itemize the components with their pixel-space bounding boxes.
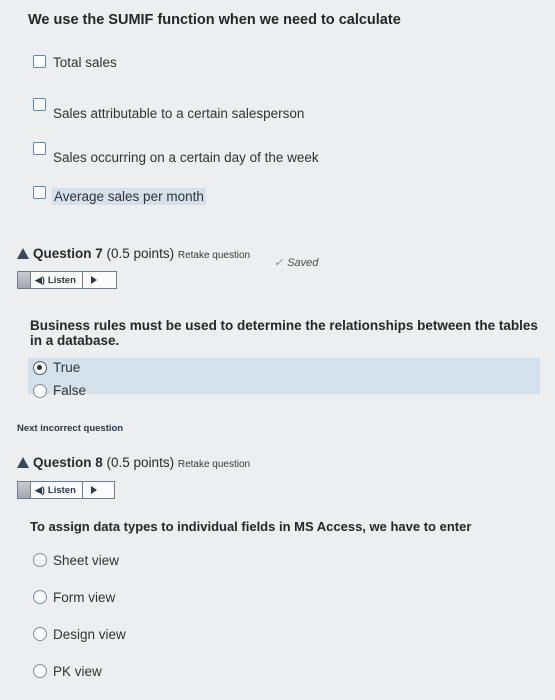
play-icon[interactable] [90, 486, 97, 494]
question-8-text: To assign data types to individual field… [30, 519, 472, 534]
saved-indicator: ✓ Saved [274, 256, 318, 269]
radio-form-view[interactable] [33, 590, 47, 604]
checkbox-option-average-per-month[interactable] [33, 186, 46, 199]
radio-true[interactable] [33, 361, 47, 375]
option-label-day-of-week: Sales occurring on a certain day of the … [53, 150, 319, 165]
speaker-icon: ◀) [35, 274, 45, 285]
speaker-icon: ◀) [35, 484, 45, 495]
question-8-points: (0.5 points) [106, 455, 175, 470]
radio-design-view[interactable] [33, 627, 47, 641]
check-icon: ✓ [274, 257, 284, 269]
selected-row-highlight [28, 358, 540, 394]
radio-sheet-view[interactable] [33, 553, 47, 567]
readspeaker-icon [18, 272, 31, 288]
retake-question-link[interactable]: Retake question [178, 250, 250, 261]
readspeaker-icon [18, 482, 31, 498]
option-label-pk-view: PK view [53, 664, 102, 679]
retake-question-link[interactable]: Retake question [178, 459, 250, 470]
listen-label: Listen [47, 274, 76, 286]
question-8-label: Question 8 [33, 455, 103, 470]
option-label-false: False [53, 383, 87, 398]
option-label-average-per-month: Average sales per month [52, 188, 206, 205]
option-label-total-sales: Total sales [53, 55, 117, 70]
radio-false[interactable] [33, 384, 47, 398]
question-7-text: Business rules must be used to determine… [30, 318, 538, 348]
divider [81, 272, 83, 288]
listen-button-q7[interactable]: ◀) Listen [17, 271, 117, 289]
next-incorrect-question-link[interactable]: Next incorrect question [17, 423, 123, 434]
option-label-sheet-view: Sheet view [53, 553, 120, 568]
question-6-text: We use the SUMIF function when we need t… [28, 12, 401, 28]
divider [81, 482, 83, 498]
option-label-salesperson: Sales attributable to a certain salesper… [53, 106, 305, 121]
warning-icon [17, 248, 29, 259]
option-label-design-view: Design view [53, 627, 126, 642]
question-8-header: Question 8 (0.5 points) Retake question [17, 455, 250, 470]
question-7-points: (0.5 points) [106, 246, 175, 261]
option-label-form-view: Form view [53, 590, 116, 605]
saved-label: Saved [287, 257, 319, 269]
checkbox-option-salesperson[interactable] [33, 98, 46, 111]
checkbox-option-day-of-week[interactable] [33, 142, 46, 155]
listen-label: Listen [47, 484, 76, 496]
checkbox-option-total-sales[interactable] [33, 55, 46, 68]
question-7-label: Question 7 [33, 246, 103, 261]
question-7-header: Question 7 (0.5 points) Retake question [17, 246, 250, 261]
play-icon[interactable] [90, 276, 97, 284]
option-label-true: True [53, 360, 81, 375]
listen-button-q8[interactable]: ◀) Listen [17, 481, 115, 499]
radio-pk-view[interactable] [33, 664, 47, 678]
warning-icon [17, 457, 29, 468]
